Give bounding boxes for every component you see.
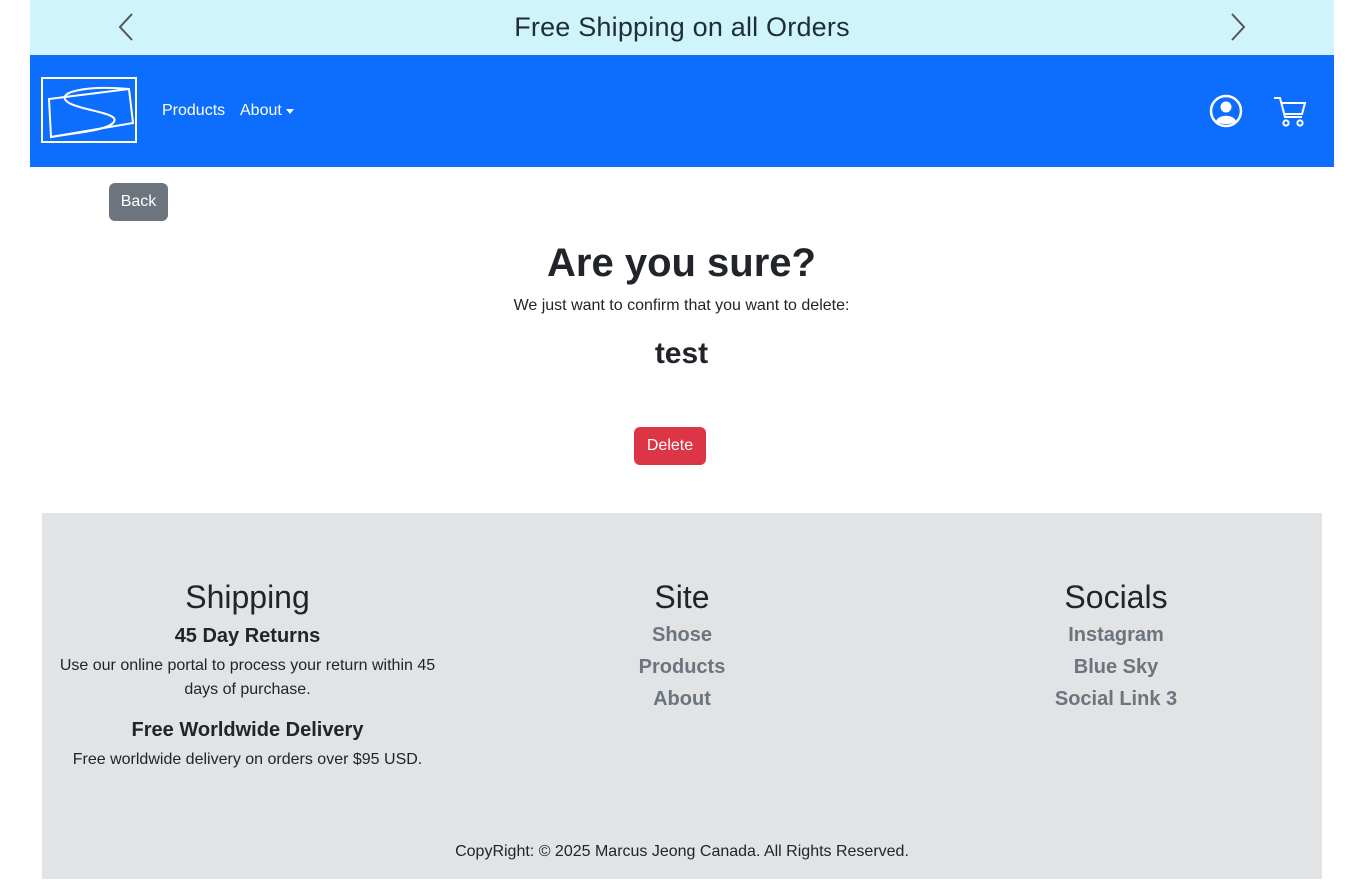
returns-text: Use our online portal to process your re…: [59, 657, 436, 698]
footer-link-instagram[interactable]: Instagram: [910, 619, 1322, 651]
returns-heading: 45 Day Returns: [174, 625, 321, 647]
footer-link-about[interactable]: About: [468, 683, 896, 715]
delete-button[interactable]: Delete: [634, 427, 706, 465]
footer: Shipping 45 Day Returns Use our online p…: [42, 513, 1322, 879]
confirm-message: We just want to confirm that you want to…: [513, 297, 850, 314]
item-name: test: [654, 337, 709, 370]
brand-logo[interactable]: [41, 77, 137, 143]
delivery-text: Free worldwide delivery on orders over $…: [72, 751, 423, 768]
footer-socials-title: Socials: [1064, 579, 1168, 615]
back-button[interactable]: Back: [109, 183, 168, 221]
page-title: Are you sure?: [547, 241, 816, 285]
footer-shipping-column: Shipping 45 Day Returns Use our online p…: [42, 577, 453, 772]
announcement-bar: Free Shipping on all Orders: [30, 0, 1334, 55]
chevron-left-icon[interactable]: [114, 11, 142, 43]
navbar: Products About: [30, 55, 1334, 167]
footer-link-bluesky[interactable]: Blue Sky: [910, 651, 1322, 683]
footer-shipping-title: Shipping: [185, 579, 310, 615]
page: Free Shipping on all Orders Products Abo…: [0, 0, 1363, 895]
user-circle-icon[interactable]: [1208, 93, 1244, 129]
footer-site-column: Site Shose Products About: [468, 577, 896, 715]
cart-icon[interactable]: [1272, 93, 1308, 129]
footer-link-products[interactable]: Products: [468, 651, 896, 683]
footer-link-shose[interactable]: Shose: [468, 619, 896, 651]
announcement-text: Free Shipping on all Orders: [514, 12, 850, 42]
caret-down-icon: [285, 108, 294, 114]
footer-site-links: Shose Products About: [468, 619, 896, 715]
chevron-right-icon[interactable]: [1222, 11, 1250, 43]
footer-site-title: Site: [654, 579, 710, 615]
delivery-heading: Free Worldwide Delivery: [131, 719, 364, 741]
footer-social-links: Instagram Blue Sky Social Link 3: [910, 619, 1322, 715]
nav-products-link[interactable]: Products: [162, 99, 225, 123]
copyright-text: CopyRight: © 2025 Marcus Jeong Canada. A…: [455, 843, 909, 860]
nav-about-label: About: [240, 102, 282, 119]
nav-about-dropdown[interactable]: About: [240, 99, 294, 123]
footer-link-social3[interactable]: Social Link 3: [910, 683, 1322, 715]
footer-socials-column: Socials Instagram Blue Sky Social Link 3: [910, 577, 1322, 715]
